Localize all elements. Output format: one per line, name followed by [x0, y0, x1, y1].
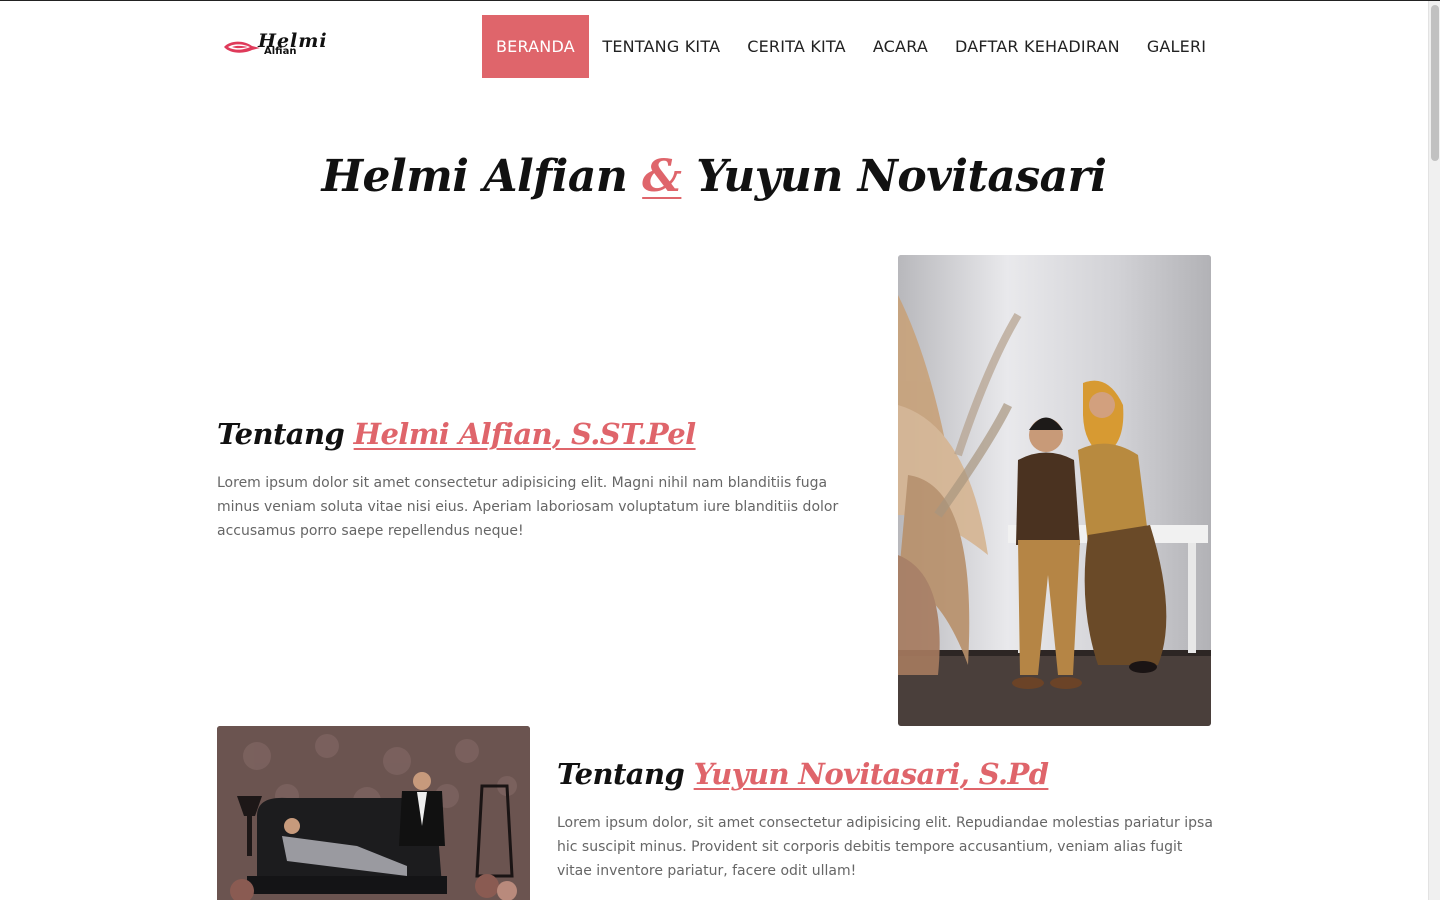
about-groom-prefix: Tentang [217, 417, 345, 451]
nav-tentang-kita[interactable]: TENTANG KITA [589, 15, 734, 78]
about-bride-section: Tentang Yuyun Novitasari, S.Pd Lorem ips… [557, 757, 1217, 883]
nav-cerita-kita[interactable]: CERITA KITA [734, 15, 860, 78]
nav-daftar-kehadiran[interactable]: DAFTAR KEHADIRAN [942, 15, 1134, 78]
scrollbar-thumb[interactable] [1431, 5, 1439, 161]
about-groom-section: Tentang Helmi Alfian, S.ST.Pel Lorem ips… [217, 417, 867, 543]
about-bride-name-link[interactable]: Yuyun Novitasari, S.Pd [694, 757, 1049, 791]
about-bride-heading: Tentang Yuyun Novitasari, S.Pd [557, 757, 1217, 791]
about-bride-text: Lorem ipsum dolor, sit amet consectetur … [557, 815, 1213, 879]
bride-photo-illustration [217, 726, 530, 900]
nav-acara[interactable]: ACARA [859, 15, 941, 78]
bride-name: Yuyun Novitasari [696, 151, 1107, 202]
nav-galeri[interactable]: GALERI [1133, 15, 1219, 78]
about-bride-prefix: Tentang [557, 757, 685, 791]
site-header: Helmi Alfian BERANDA TENTANG KITA CERITA… [0, 1, 1428, 81]
bride-photo [217, 726, 530, 900]
groom-name: Helmi Alfian [321, 151, 628, 202]
couple-title: Helmi Alfian & Yuyun Novitasari [0, 151, 1428, 202]
ampersand: & [642, 151, 682, 202]
page-scrollbar[interactable] [1428, 1, 1440, 900]
couple-photo [898, 255, 1211, 726]
site-logo[interactable]: Helmi Alfian [222, 30, 354, 60]
couple-photo-illustration [898, 255, 1211, 726]
nav-beranda[interactable]: BERANDA [482, 15, 589, 78]
about-groom-heading: Tentang Helmi Alfian, S.ST.Pel [217, 417, 867, 451]
about-groom-name-link[interactable]: Helmi Alfian, S.ST.Pel [354, 417, 697, 451]
main-nav: BERANDA TENTANG KITA CERITA KITA ACARA D… [482, 15, 1220, 78]
logo-sub-text: Alfian [264, 46, 297, 57]
about-groom-text: Lorem ipsum dolor sit amet consectetur a… [217, 475, 839, 539]
